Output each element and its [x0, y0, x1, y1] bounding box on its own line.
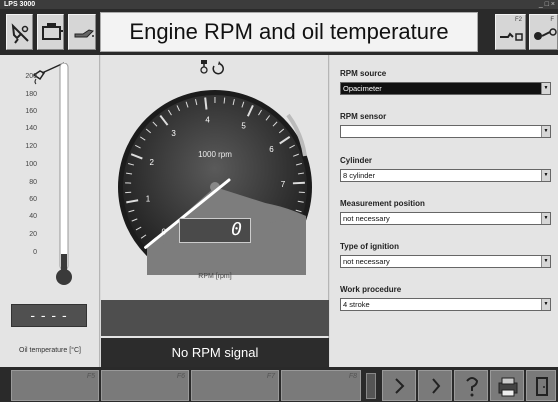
ignition-type-select[interactable]: not necessary ▼: [340, 255, 551, 268]
window-controls[interactable]: _ □ ×: [539, 0, 555, 9]
rpm-tick: [292, 181, 305, 185]
f7-key-label: F7: [266, 373, 275, 380]
f6-button[interactable]: F6: [101, 370, 189, 401]
sensor-connect-icon: [500, 32, 523, 41]
engine-tool-button[interactable]: [6, 14, 33, 50]
f3-button[interactable]: F: [529, 14, 558, 50]
oil-tick-label: 40: [29, 213, 37, 220]
oil-tick-label: 180: [25, 91, 37, 98]
rpm-source-select[interactable]: Opacimeter ▼: [340, 82, 551, 95]
f2-button[interactable]: F2: [495, 14, 526, 50]
oil-temperature-panel: 200 180 160 140 120 100 80 60 40 20 0 - …: [0, 55, 100, 367]
rpm-sensor-select[interactable]: ▼: [340, 125, 551, 138]
rpm-unit-label: RPM [rpm]: [198, 273, 232, 280]
engine-block-button[interactable]: [37, 14, 64, 50]
oil-tick-label: 160: [25, 108, 37, 115]
oil-tick-label: 0: [33, 249, 37, 256]
exit-icon: [536, 377, 548, 396]
connection-icon: [534, 28, 557, 40]
measurement-position-select[interactable]: not necessary ▼: [340, 212, 551, 225]
chevron-down-icon[interactable]: ▼: [541, 83, 550, 94]
spark-plug-icon: [11, 23, 29, 44]
f8-button[interactable]: F8: [281, 370, 361, 401]
separator: [366, 373, 376, 399]
f5-button[interactable]: F5: [11, 370, 99, 401]
f5-key-label: F5: [86, 373, 95, 380]
cylinder-label: Cylinder: [340, 156, 373, 165]
chevron-down-icon[interactable]: ▼: [541, 256, 550, 267]
oil-tick-label: 140: [25, 125, 37, 132]
rpm-source-label: RPM source: [340, 69, 387, 78]
oil-temperature-label: Oil temperature [°C]: [19, 347, 81, 354]
ignition-type-label: Type of ignition: [340, 242, 399, 251]
ignition-type-value: not necessary: [343, 257, 390, 266]
rpm-panel: 01234567 1000 rpm 0 RPM [rpm] No RPM sig…: [101, 55, 329, 367]
work-procedure-select[interactable]: 4 stroke ▼: [340, 298, 551, 311]
oil-tick-label: 120: [25, 143, 37, 150]
oil-button[interactable]: [68, 14, 96, 50]
oil-tick-label: 60: [29, 196, 37, 203]
measurement-position-value: not necessary: [343, 214, 390, 223]
rpm-status: No RPM signal: [101, 338, 329, 367]
oil-tick-label: 100: [25, 161, 37, 168]
bracket-open-icon: [395, 378, 405, 394]
window-titlebar: LPS 3000 _ □ ×: [0, 0, 558, 9]
rpm-gauge-label: 1000 rpm: [198, 150, 232, 159]
rpm-tick-label: 5: [241, 121, 246, 130]
app-title: LPS 3000: [4, 1, 36, 8]
chevron-down-icon[interactable]: ▼: [541, 126, 550, 137]
f7-button[interactable]: F7: [191, 370, 279, 401]
f8-key-label: F8: [348, 373, 357, 380]
help-button[interactable]: [454, 370, 488, 401]
measurement-position-label: Measurement position: [340, 199, 425, 208]
rpm-sensor-label: RPM sensor: [340, 112, 387, 121]
rpm-digital-display: 0: [179, 218, 251, 243]
rpm-tick-label: 7: [281, 180, 286, 189]
bracket-open-button[interactable]: [382, 370, 416, 401]
chevron-down-icon[interactable]: ▼: [541, 213, 550, 224]
cylinder-value: 8 cylinder: [343, 171, 376, 180]
bracket-close-icon: [432, 378, 441, 394]
f6-key-label: F6: [176, 373, 185, 380]
thermometer: [56, 63, 72, 285]
exit-button[interactable]: [526, 370, 556, 401]
rpm-tick: [204, 97, 208, 110]
bracket-close-button[interactable]: [418, 370, 452, 401]
chevron-down-icon[interactable]: ▼: [541, 170, 550, 181]
rpm-tick: [223, 97, 226, 104]
oil-tick-label: 200: [25, 73, 37, 80]
print-button[interactable]: [490, 370, 524, 401]
work-procedure-value: 4 stroke: [343, 300, 370, 309]
rpm-source-value: Opacimeter: [343, 84, 382, 93]
rpm-tick-label: 4: [205, 115, 210, 124]
oil-tick-label: 80: [29, 179, 37, 186]
engine-icon: [42, 23, 63, 40]
rpm-tick-label: 2: [149, 158, 154, 167]
header-bar: Engine RPM and oil temperature F2 F: [0, 9, 558, 55]
oil-can-icon: [74, 29, 94, 38]
page-title: Engine RPM and oil temperature: [100, 12, 478, 52]
oil-tick-label: 20: [29, 231, 37, 238]
chevron-down-icon[interactable]: ▼: [541, 299, 550, 310]
work-procedure-label: Work procedure: [340, 285, 402, 294]
print-icon: [498, 377, 518, 397]
footer-bar: F5 F6 F7 F8: [0, 367, 558, 402]
rpm-tick-label: 1: [146, 195, 151, 204]
oil-temperature-display: - - - -: [11, 304, 87, 327]
help-icon: [466, 377, 479, 397]
cylinder-select[interactable]: 8 cylinder ▼: [340, 169, 551, 182]
settings-panel: RPM source Opacimeter ▼ RPM sensor ▼ Cyl…: [330, 55, 558, 367]
message-bar: [101, 300, 329, 336]
rpm-tick-label: 3: [171, 129, 176, 138]
